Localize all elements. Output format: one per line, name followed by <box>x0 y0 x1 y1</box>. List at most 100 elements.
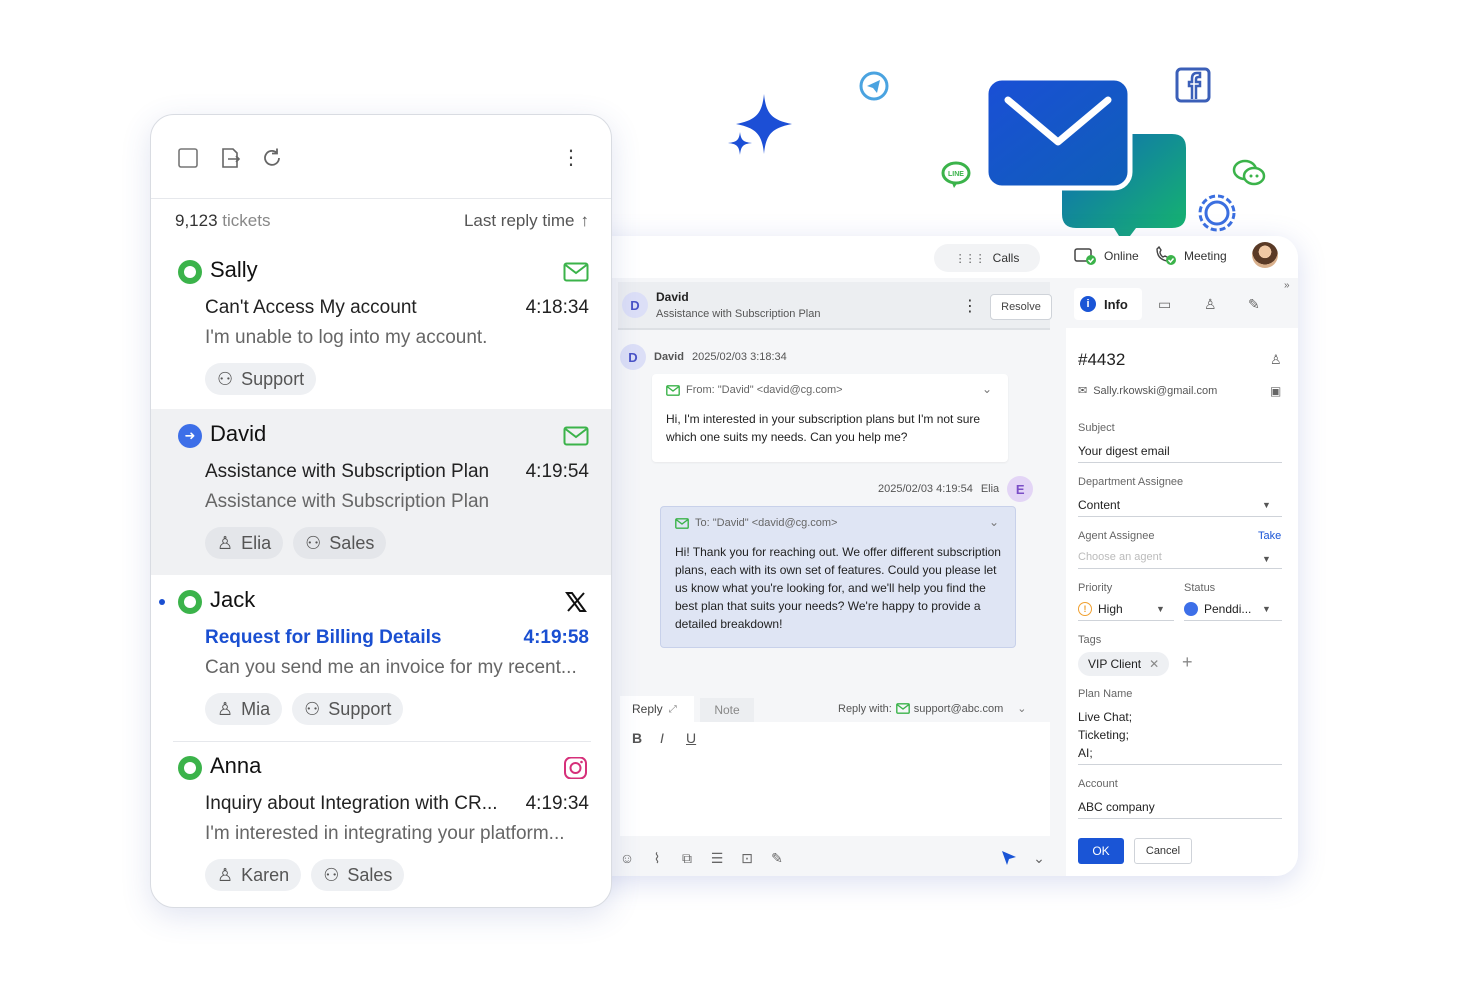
status-label: Status <box>1184 582 1216 594</box>
ticket-subject: Inquiry about Integration with CR... <box>205 793 498 814</box>
agent-avatar: E <box>1007 476 1034 502</box>
warning-icon: ! <box>1078 602 1092 616</box>
open-status-icon <box>178 590 202 614</box>
x-icon <box>565 592 587 612</box>
email-icon <box>563 426 589 446</box>
export-icon[interactable] <box>219 147 241 169</box>
online-status-toggle[interactable]: Online <box>1074 246 1139 266</box>
unread-indicator <box>159 599 165 605</box>
attachment-icon[interactable]: ⌇ <box>648 849 666 867</box>
take-link[interactable]: Take <box>1258 530 1281 542</box>
plan-line: Ticketing; <box>1078 728 1129 742</box>
sender-name: David <box>654 351 684 363</box>
divider <box>1078 568 1282 569</box>
ok-button[interactable]: OK <box>1078 838 1124 864</box>
agent-chip: ♙ Elia <box>205 527 284 559</box>
status-select[interactable]: Penddi... <box>1184 602 1251 616</box>
contact-name: David <box>656 290 689 304</box>
conversation-header: D David Assistance with Subscription Pla… <box>618 282 1052 330</box>
resolve-button[interactable]: Resolve <box>990 294 1052 320</box>
top-bar: ⋮⋮⋮ Calls Online Meeting <box>566 236 1298 278</box>
calls-label: Calls <box>992 251 1020 265</box>
account-field[interactable]: ABC company <box>1078 800 1155 814</box>
assign-person-icon[interactable]: ♙ <box>1270 352 1282 368</box>
ticket-time: 4:18:34 <box>525 297 589 318</box>
tags-label: Tags <box>1078 634 1102 646</box>
customer-name: Anna <box>210 753 262 778</box>
outgoing-message: To: "David" <david@cg.com> ⌄ Hi! Thank y… <box>660 506 1016 648</box>
chevron-down-icon: ▼ <box>1262 604 1271 614</box>
divider <box>1078 516 1282 517</box>
email-icon <box>895 703 910 714</box>
ticket-preview: I'm interested in integrating your platf… <box>205 823 565 844</box>
edit-note-icon[interactable]: ✎ <box>1248 296 1260 313</box>
collapse-panel-icon[interactable]: » <box>1284 280 1290 291</box>
plan-line: Live Chat; <box>1078 710 1133 724</box>
contact-card-icon[interactable]: ▣ <box>1270 384 1281 398</box>
plan-label: Plan Name <box>1078 688 1133 700</box>
chevron-down-icon[interactable]: ⌄ <box>989 515 999 529</box>
user-avatar[interactable] <box>1252 242 1278 268</box>
select-all-checkbox[interactable] <box>177 147 199 169</box>
underline-button[interactable]: U <box>686 730 696 746</box>
message-timestamp: 2025/02/03 3:18:34 <box>691 351 787 363</box>
divider <box>1078 620 1174 621</box>
agent-label: Agent Assignee <box>1078 530 1155 542</box>
add-tag-icon[interactable]: + <box>1182 652 1193 673</box>
chevron-down-icon[interactable]: ⌄ <box>982 382 992 396</box>
translate-icon[interactable]: ⧉ <box>678 849 696 867</box>
divider <box>1078 818 1282 819</box>
sort-selector[interactable]: Last reply time ↑ <box>464 211 589 231</box>
ticket-row[interactable]: Jack Request for Billing Details 4:19:58… <box>151 575 611 741</box>
ticket-row[interactable]: Anna Inquiry about Integration with CR..… <box>151 741 611 907</box>
more-options-icon[interactable]: ⋮ <box>561 145 581 170</box>
message-body: Hi, I'm interested in your subscription … <box>666 412 981 444</box>
email-icon <box>563 262 589 282</box>
team-icon: ⚇ <box>217 368 234 389</box>
reply-tabs: Reply ⤢ Note Reply with: support@abc.com… <box>620 696 1050 722</box>
expand-icon[interactable]: ⤢ <box>669 704 677 715</box>
info-tabs: i Info ▭ ♙ ✎ » <box>1066 278 1298 328</box>
calls-button[interactable]: ⋮⋮⋮ Calls <box>934 244 1040 272</box>
customer-name: David <box>210 421 267 446</box>
knowledge-book-icon[interactable]: ▭ <box>1158 296 1171 313</box>
customer-name: Jack <box>210 587 256 612</box>
person-icon: ♙ <box>217 698 234 719</box>
meeting-status-toggle[interactable]: Meeting <box>1154 246 1227 266</box>
open-status-icon <box>178 260 202 284</box>
tab-info[interactable]: i Info <box>1074 288 1142 320</box>
team-chip: ⚇ Sales <box>293 527 387 559</box>
subject-field[interactable]: Your digest email <box>1078 444 1170 458</box>
tab-note[interactable]: Note <box>700 698 754 722</box>
ai-write-icon[interactable]: ✎ <box>768 849 786 867</box>
reply-address: support@abc.com <box>913 702 1004 715</box>
cancel-button[interactable]: Cancel <box>1134 838 1192 864</box>
priority-select[interactable]: ! High <box>1078 602 1123 616</box>
incoming-message-meta: D David 2025/02/03 3:18:34 <box>620 344 787 370</box>
contact-person-icon[interactable]: ♙ <box>1204 296 1217 313</box>
meeting-label: Meeting <box>1184 249 1227 263</box>
more-options-icon[interactable]: ⋮ <box>962 296 978 316</box>
reply-with-selector[interactable]: Reply with: support@abc.com ⌄ <box>838 702 1026 716</box>
department-select[interactable]: Content <box>1078 498 1120 512</box>
refresh-icon[interactable] <box>261 147 283 169</box>
email-chat-graphic <box>984 76 1186 244</box>
tab-reply[interactable]: Reply ⤢ <box>620 696 694 722</box>
ticket-row[interactable]: Sally Can't Access My account 4:18:34 I'… <box>151 245 611 411</box>
italic-button[interactable]: I <box>660 730 664 746</box>
bold-button[interactable]: B <box>632 730 642 746</box>
remove-tag-icon[interactable]: ✕ <box>1149 657 1159 671</box>
chevron-down-icon: ▼ <box>1262 500 1271 510</box>
screenshot-icon[interactable]: ⊡ <box>738 849 756 867</box>
team-chip: ⚇ Support <box>205 363 317 395</box>
template-icon[interactable]: ☰ <box>708 849 726 867</box>
message-to-line: To: "David" <david@cg.com> <box>675 517 837 529</box>
send-icon[interactable] <box>1000 849 1018 867</box>
emoji-icon[interactable]: ☺ <box>618 849 636 867</box>
chevron-down-icon[interactable]: ⌄ <box>1030 849 1048 867</box>
ticket-row[interactable]: David Assistance with Subscription Plan … <box>151 409 611 575</box>
agent-select[interactable]: Choose an agent <box>1078 551 1162 563</box>
ticket-preview: Assistance with Subscription Plan <box>205 491 490 512</box>
info-icon: i <box>1080 296 1096 312</box>
conversation-subject: Assistance with Subscription Plan <box>656 308 821 320</box>
